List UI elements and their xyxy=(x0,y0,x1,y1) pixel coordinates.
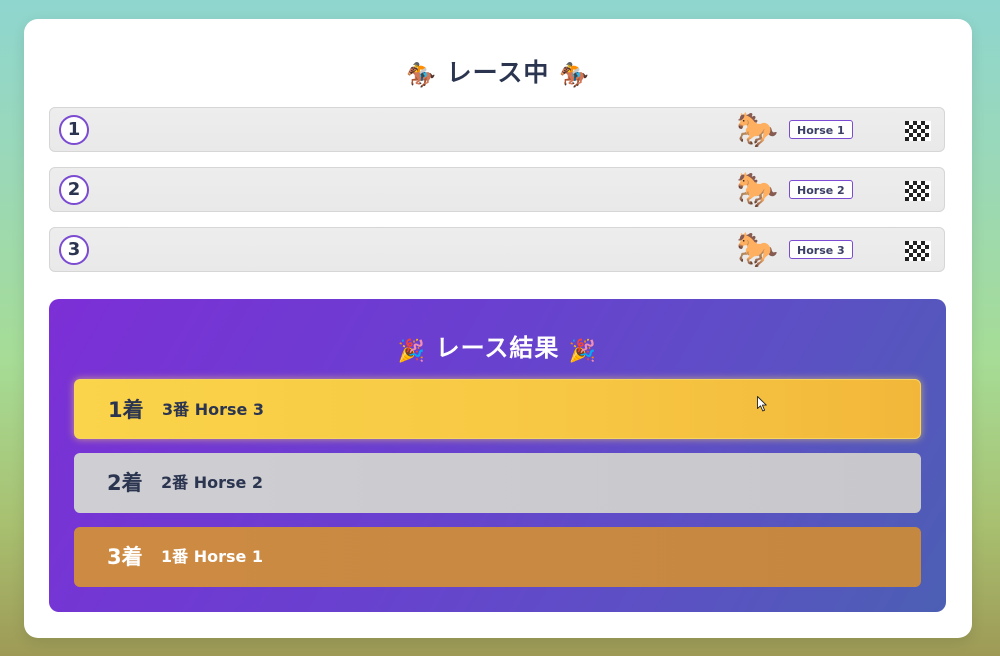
result-row-first: 1着 3番 Horse 3 xyxy=(74,379,921,439)
lane-number: 1 xyxy=(59,115,89,145)
horse-name-tag: Horse 1 xyxy=(789,120,853,139)
race-heading: 🏇 レース中 🏇 xyxy=(24,53,972,89)
horse-icon: 🐎 xyxy=(736,170,779,210)
result-rank: 3着 xyxy=(107,545,143,569)
result-rank: 1着 xyxy=(108,398,144,422)
race-lane: 2 🐎 Horse 2 xyxy=(49,167,945,212)
horse-name-tag: Horse 2 xyxy=(789,180,853,199)
result-entry: 1番 Horse 1 xyxy=(161,547,264,566)
horse-icon: 🐎 xyxy=(736,110,779,150)
results-panel: 🎉 レース結果 🎉 1着 3番 Horse 3 2着 2番 Horse 2 3着… xyxy=(49,299,946,612)
results-title: レース結果 xyxy=(435,334,560,362)
checkered-flag-icon xyxy=(905,121,931,141)
checkered-flag-icon xyxy=(905,241,931,261)
checkered-flag-icon xyxy=(905,181,931,201)
horse-name-tag: Horse 3 xyxy=(789,240,853,259)
result-rank: 2着 xyxy=(107,471,143,495)
race-lane: 1 🐎 Horse 1 xyxy=(49,107,945,152)
horse-icon: 🐎 xyxy=(736,230,779,270)
result-row-second: 2着 2番 Horse 2 xyxy=(74,453,921,513)
result-row-third: 3着 1番 Horse 1 xyxy=(74,527,921,587)
result-entry: 2番 Horse 2 xyxy=(161,473,264,492)
party-popper-icon: 🎉 xyxy=(397,339,427,364)
result-entry: 3番 Horse 3 xyxy=(162,400,265,419)
race-card: 🏇 レース中 🏇 1 🐎 Horse 1 2 🐎 Horse 2 3 🐎 Hor… xyxy=(24,19,972,638)
horse-racing-icon: 🏇 xyxy=(406,61,437,89)
lane-number: 3 xyxy=(59,235,89,265)
results-heading: 🎉 レース結果 🎉 xyxy=(49,328,946,364)
race-lane: 3 🐎 Horse 3 xyxy=(49,227,945,272)
horse-racing-icon: 🏇 xyxy=(559,61,590,89)
party-popper-icon: 🎉 xyxy=(568,339,598,364)
lane-number: 2 xyxy=(59,175,89,205)
mouse-cursor-icon xyxy=(757,396,767,412)
race-title: レース中 xyxy=(446,58,550,87)
